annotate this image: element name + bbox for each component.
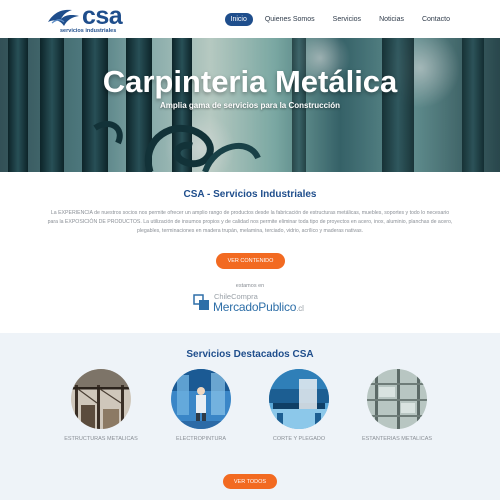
- cutting-bending-photo[interactable]: [269, 369, 329, 429]
- service-label: CORTE Y PLEGADO: [272, 436, 326, 442]
- page: csa servicios industriales Inicio Quiene…: [0, 0, 500, 500]
- electropainting-photo[interactable]: [171, 369, 231, 429]
- listed-in-label: estamos en: [235, 283, 265, 289]
- mercadopublico-icon: [193, 294, 209, 310]
- logo-text: csa: [82, 2, 123, 30]
- view-content-button[interactable]: VER CONTENIDO: [216, 253, 285, 269]
- mercadopublico-logo[interactable]: ChileCompra MercadoPublico.cl: [193, 292, 305, 316]
- nav-item-servicios[interactable]: Servicios: [327, 13, 367, 26]
- mp-name: MercadoPublico: [213, 300, 297, 314]
- nav-item-quienes-somos[interactable]: Quienes Somos: [259, 13, 321, 26]
- nav-item-contacto[interactable]: Contacto: [416, 13, 456, 26]
- mp-suffix: .cl: [296, 304, 304, 313]
- steel-structure-photo[interactable]: [71, 369, 131, 429]
- service-label: ESTRUCTURAS METALICAS: [64, 436, 138, 442]
- about-text: La EXPERIENCIA de nuestros socios nos pe…: [47, 210, 453, 234]
- service-label: ELECTROPINTURA: [175, 436, 227, 442]
- nav-item-noticias[interactable]: Noticias: [373, 13, 410, 26]
- hero-banner: Carpinteria Metálica Amplia gama de serv…: [0, 38, 500, 172]
- hero-title: Carpinteria Metálica: [102, 64, 398, 99]
- hero-subtitle: Amplia gama de servicios para la Constru…: [159, 101, 341, 110]
- logo-subtitle: servicios industriales: [60, 28, 117, 34]
- services-title: Servicios Destacados CSA: [186, 349, 314, 360]
- view-all-button[interactable]: VER TODOS: [223, 474, 277, 489]
- metal-shelving-photo[interactable]: [367, 369, 427, 429]
- service-label: ESTANTERIAS METALICAS: [361, 436, 433, 442]
- site-header: csa servicios industriales Inicio Quiene…: [0, 0, 500, 38]
- logo-bird-icon: [48, 9, 79, 26]
- about-title: CSA - Servicios Industriales: [183, 189, 317, 200]
- main-nav: Inicio Quienes Somos Servicios Noticias …: [219, 13, 457, 26]
- nav-item-inicio[interactable]: Inicio: [224, 13, 253, 26]
- csa-logo[interactable]: csa servicios industriales: [46, 2, 136, 36]
- mp-big-text: MercadoPublico.cl: [213, 300, 304, 314]
